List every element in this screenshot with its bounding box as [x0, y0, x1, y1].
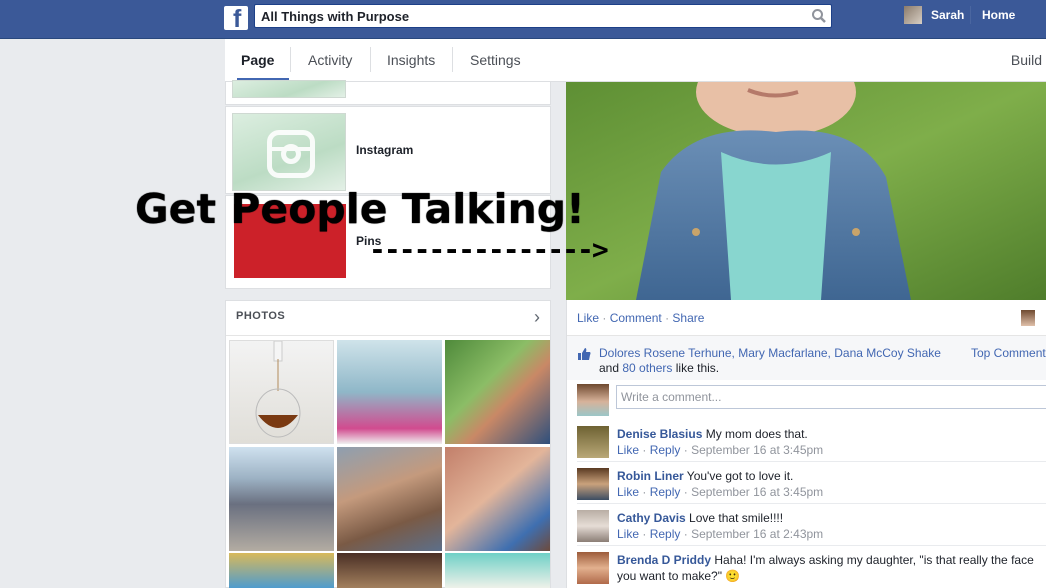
comment-text: You've got to love it. [686, 469, 794, 483]
facebook-logo-icon[interactable]: f [224, 5, 248, 33]
comment-author[interactable]: Robin Liner [617, 469, 684, 483]
divider [577, 461, 1046, 462]
liker-names[interactable]: Dolores Rosene Terhune, Mary Macfarlane,… [599, 346, 941, 360]
avatar[interactable] [577, 468, 609, 500]
likers-suffix: like this. [675, 361, 720, 375]
user-name-link[interactable]: Sarah [931, 8, 964, 22]
separator: · [665, 311, 670, 325]
instagram-thumbnail [232, 113, 346, 191]
avatar[interactable] [577, 426, 609, 458]
photo-thumbnail[interactable] [229, 553, 334, 588]
comment-like-link[interactable]: Like [617, 443, 639, 457]
comment-timestamp[interactable]: September 16 at 3:45pm [691, 443, 823, 457]
photo-thumbnail[interactable] [337, 447, 442, 551]
lightbulb-image [255, 340, 301, 438]
thumbs-up-icon [578, 348, 591, 360]
app-card-instagram[interactable]: Instagram [225, 106, 551, 194]
arrow-annotation: ---------------> [369, 233, 609, 266]
top-comments-dropdown[interactable]: Top Comment [971, 346, 1046, 360]
comment-text: My mom does that. [705, 427, 808, 441]
comment-like-link[interactable]: Like [617, 485, 639, 499]
tab-divider [452, 47, 453, 72]
user-avatar[interactable] [904, 6, 922, 24]
smile-emoji-icon: 🙂 [725, 569, 741, 583]
post-photo[interactable] [566, 82, 1046, 300]
app-thumbnail [232, 80, 346, 98]
photos-heading[interactable]: PHOTOS [236, 310, 285, 322]
search-input[interactable] [255, 5, 795, 27]
app-label-instagram[interactable]: Instagram [356, 143, 413, 157]
nav-divider [970, 6, 971, 24]
share-link[interactable]: Share [672, 311, 704, 325]
photo-thumbnail[interactable] [337, 553, 442, 588]
commenter-selector-avatar[interactable] [1021, 310, 1035, 326]
tab-activity[interactable]: Activity [308, 52, 352, 68]
home-link[interactable]: Home [982, 8, 1015, 22]
photo-thumbnail[interactable] [445, 340, 550, 444]
separator: · [602, 311, 607, 325]
tab-divider [370, 47, 371, 72]
build-audience-link[interactable]: Build [1011, 52, 1042, 68]
page-tab-bar: Page Activity Insights Settings Build [225, 39, 1046, 82]
photo-thumbnail[interactable] [229, 340, 334, 444]
tab-insights[interactable]: Insights [387, 52, 435, 68]
like-link[interactable]: Like [577, 311, 599, 325]
comment-link[interactable]: Comment [610, 311, 662, 325]
app-card-partial[interactable] [225, 80, 551, 105]
photo-thumbnail[interactable] [229, 447, 334, 551]
likers-and: and [599, 361, 620, 375]
tab-divider [290, 47, 291, 72]
likers-text: Dolores Rosene Terhune, Mary Macfarlane,… [599, 346, 949, 376]
instagram-icon [267, 130, 315, 178]
comment-timestamp[interactable]: September 16 at 2:43pm [691, 527, 823, 541]
chevron-right-icon[interactable]: › [534, 307, 540, 328]
comment-author[interactable]: Denise Blasius [617, 427, 702, 441]
reactions-summary: Dolores Rosene Terhune, Mary Macfarlane,… [567, 335, 1046, 380]
photo-thumbnail[interactable] [337, 340, 442, 444]
comment-input[interactable] [617, 386, 1027, 408]
photo-thumbnail[interactable] [445, 447, 550, 551]
others-link[interactable]: 80 others [622, 361, 672, 375]
search-icon[interactable] [811, 8, 827, 24]
comment-box[interactable] [616, 385, 1046, 409]
tab-page[interactable]: Page [241, 52, 274, 68]
post-actions: Like · Comment · Share [577, 311, 704, 325]
top-navigation-bar: f Sarah Home [0, 0, 1046, 39]
comment-author[interactable]: Brenda D Priddy [617, 553, 711, 567]
divider [577, 545, 1046, 546]
tab-settings[interactable]: Settings [470, 52, 521, 68]
comment-reply-link[interactable]: Reply [650, 527, 681, 541]
comment-reply-link[interactable]: Reply [650, 443, 681, 457]
photos-panel: PHOTOS › [225, 300, 551, 588]
divider [226, 335, 550, 336]
post-feedback: Like · Comment · Share Dolores Rosene Te… [566, 300, 1046, 588]
divider [577, 503, 1046, 504]
comment-timestamp[interactable]: September 16 at 3:45pm [691, 485, 823, 499]
avatar[interactable] [577, 552, 609, 584]
child-photo-image [566, 82, 1046, 300]
avatar[interactable] [577, 510, 609, 542]
comment-text: Love that smile!!!! [689, 511, 784, 525]
avatar[interactable] [577, 384, 609, 416]
comment-like-link[interactable]: Like [617, 527, 639, 541]
overlay-headline: Get People Talking! [135, 185, 585, 233]
search-bar[interactable] [254, 4, 832, 28]
photo-thumbnail[interactable] [445, 553, 550, 588]
comment-reply-link[interactable]: Reply [650, 485, 681, 499]
comment-author[interactable]: Cathy Davis [617, 511, 686, 525]
